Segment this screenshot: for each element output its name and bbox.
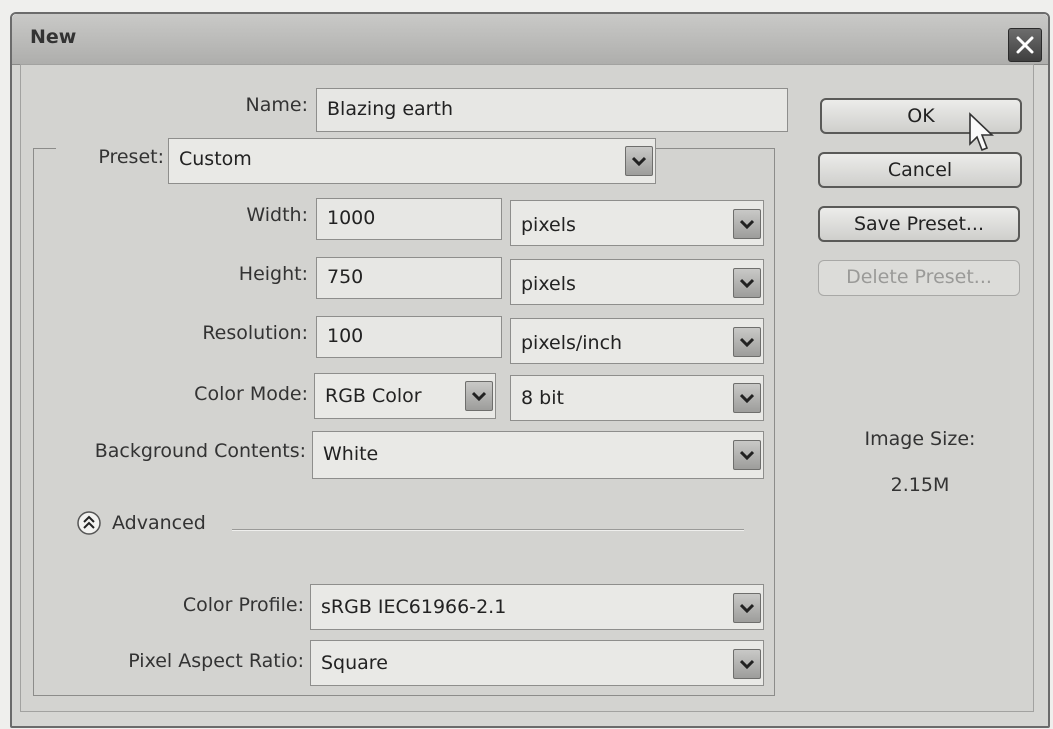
chevron-down-icon[interactable]	[733, 593, 761, 623]
chevron-down-icon[interactable]	[733, 383, 761, 413]
color-profile-select[interactable]: sRGB IEC61966-2.1	[310, 584, 764, 630]
advanced-label: Advanced	[112, 512, 206, 534]
width-label: Width:	[246, 204, 308, 226]
pixel-aspect-ratio-select[interactable]: Square	[310, 640, 764, 686]
height-unit-value: pixels	[521, 273, 576, 295]
preset-label: Preset:	[56, 146, 168, 168]
height-unit-select[interactable]: pixels	[510, 259, 764, 305]
close-button[interactable]	[1008, 28, 1042, 62]
resolution-label: Resolution:	[202, 322, 308, 344]
save-preset-button[interactable]: Save Preset...	[818, 206, 1020, 242]
delete-preset-button[interactable]: Delete Preset...	[818, 260, 1020, 296]
color-profile-label: Color Profile:	[182, 594, 304, 616]
color-mode-label: Color Mode:	[194, 383, 308, 405]
advanced-toggle[interactable]: Advanced	[76, 508, 206, 538]
background-contents-value: White	[323, 443, 379, 465]
width-unit-select[interactable]: pixels	[510, 200, 764, 246]
background-contents-label: Background Contents:	[94, 440, 306, 462]
preset-select[interactable]: Custom	[168, 138, 656, 184]
chevron-down-icon[interactable]	[733, 209, 761, 239]
color-mode-select[interactable]: RGB Color	[314, 373, 496, 419]
double-chevron-up-icon	[77, 511, 101, 535]
pixel-aspect-ratio-label: Pixel Aspect Ratio:	[128, 650, 304, 672]
background-contents-select[interactable]: White	[312, 431, 764, 479]
chevron-down-icon[interactable]	[733, 327, 761, 357]
pixel-aspect-ratio-value: Square	[321, 652, 388, 674]
width-input[interactable]: 1000	[316, 198, 502, 240]
dialog-title: New	[30, 26, 77, 48]
chevron-down-icon[interactable]	[733, 440, 761, 470]
resolution-unit-select[interactable]: pixels/inch	[510, 318, 764, 364]
image-size-label: Image Size:	[864, 428, 976, 450]
height-input[interactable]: 750	[316, 257, 502, 299]
advanced-divider	[232, 529, 744, 531]
color-mode-value: RGB Color	[325, 385, 422, 407]
close-icon	[1016, 36, 1034, 54]
image-size-value: 2.15M	[890, 474, 950, 496]
chevron-down-icon[interactable]	[733, 268, 761, 298]
name-input[interactable]: Blazing earth	[316, 88, 788, 132]
cancel-button[interactable]: Cancel	[818, 152, 1022, 188]
chevron-down-icon[interactable]	[465, 381, 493, 411]
bit-depth-value: 8 bit	[521, 387, 564, 409]
height-label: Height:	[238, 263, 308, 285]
preset-value: Custom	[179, 148, 252, 170]
width-unit-value: pixels	[521, 214, 576, 236]
name-label: Name:	[245, 94, 308, 116]
title-bar[interactable]: New	[12, 14, 1048, 65]
resolution-input[interactable]: 100	[316, 316, 502, 358]
chevron-down-icon[interactable]	[733, 649, 761, 679]
color-profile-value: sRGB IEC61966-2.1	[321, 596, 507, 618]
chevron-down-icon[interactable]	[625, 146, 653, 176]
mouse-cursor-icon	[969, 112, 994, 152]
resolution-unit-value: pixels/inch	[521, 332, 623, 354]
bit-depth-select[interactable]: 8 bit	[510, 375, 764, 421]
